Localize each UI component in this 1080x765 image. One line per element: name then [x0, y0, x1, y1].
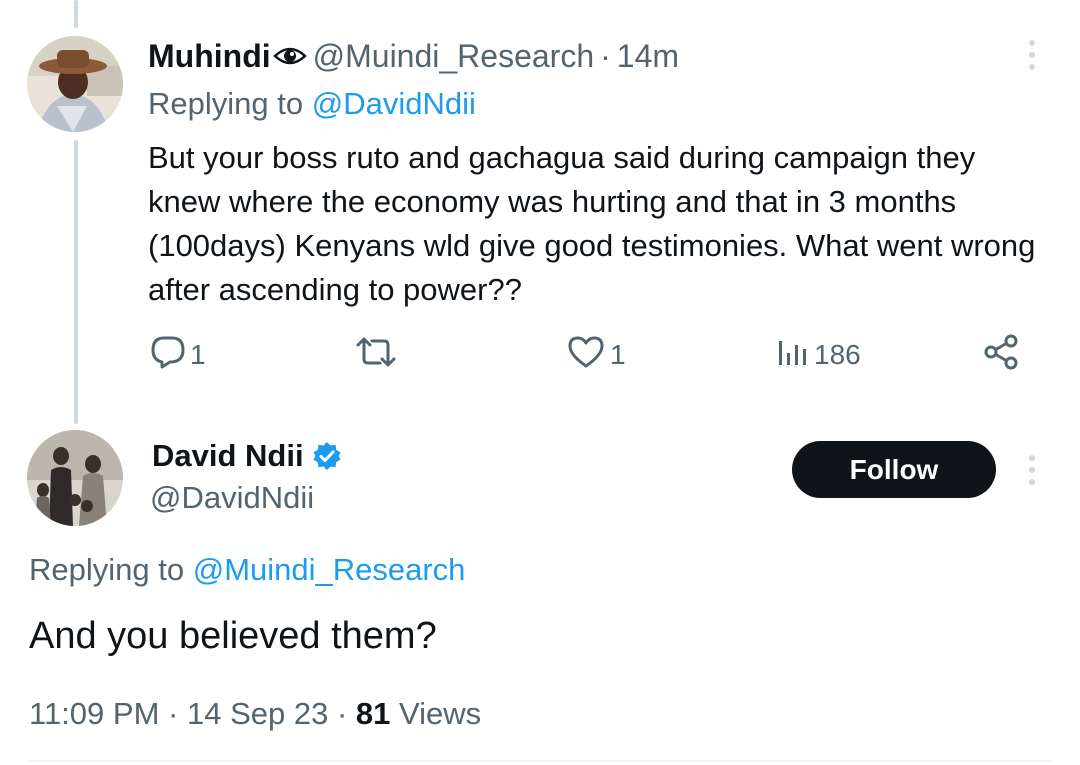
share-icon: [982, 333, 1020, 378]
view-count: 186: [814, 339, 861, 370]
more-icon[interactable]: [1029, 40, 1035, 70]
replying-to: Replying to @Muindi_Research: [29, 550, 465, 590]
replying-to-mention[interactable]: @Muindi_Research: [193, 552, 466, 587]
tweet-meta: 11:09 PM · 14 Sep 23 · 81 Views: [29, 694, 481, 734]
reply-tweet-header: Muhindi @Muindi_Research · 14m: [148, 36, 679, 76]
replying-prefix: Replying to: [148, 86, 304, 121]
like-button[interactable]: 1: [566, 333, 626, 377]
main-tweet-text: And you believed them?: [29, 615, 437, 657]
author-name[interactable]: David Ndii: [152, 436, 304, 476]
thread-line-top: [74, 0, 78, 28]
like-icon: [566, 335, 606, 376]
retweet-button[interactable]: [354, 333, 402, 377]
reply-tweet-text: But your boss ruto and gachagua said dur…: [148, 140, 1036, 307]
author-handle[interactable]: @Muindi_Research: [313, 36, 595, 76]
replying-prefix: Replying to: [29, 552, 185, 587]
author-name[interactable]: Muhindi: [148, 36, 271, 76]
more-icon[interactable]: [1029, 455, 1035, 485]
views-icon: [776, 335, 810, 376]
avatar[interactable]: [27, 36, 123, 132]
separator: ·: [600, 38, 611, 74]
views-count: 81: [355, 696, 391, 731]
separator: ·: [168, 696, 179, 731]
tweet-time[interactable]: 11:09 PM: [29, 696, 159, 731]
thread-line: [74, 140, 78, 424]
reply-icon: [150, 335, 186, 376]
like-count: 1: [610, 339, 626, 370]
reply-count: 1: [190, 339, 206, 370]
verified-badge-icon[interactable]: [312, 441, 342, 471]
main-author-handle[interactable]: @DavidNdii: [150, 478, 314, 518]
follow-button[interactable]: Follow: [792, 441, 996, 498]
replying-to: Replying to @DavidNdii: [148, 84, 476, 124]
share-button[interactable]: [982, 333, 1020, 377]
main-author-name[interactable]: David Ndii: [152, 436, 342, 476]
divider: [29, 760, 1051, 762]
views-label: Views: [399, 696, 482, 731]
retweet-icon: [354, 335, 398, 376]
tweet-date[interactable]: 14 Sep 23: [187, 696, 328, 731]
tweet-time[interactable]: 14m: [617, 36, 679, 76]
reply-button[interactable]: 1: [150, 333, 206, 377]
eye-icon: [272, 42, 307, 70]
avatar[interactable]: [27, 430, 123, 526]
separator: ·: [336, 696, 348, 731]
replying-to-mention[interactable]: @DavidNdii: [312, 86, 476, 121]
views-button[interactable]: 186: [776, 333, 861, 377]
